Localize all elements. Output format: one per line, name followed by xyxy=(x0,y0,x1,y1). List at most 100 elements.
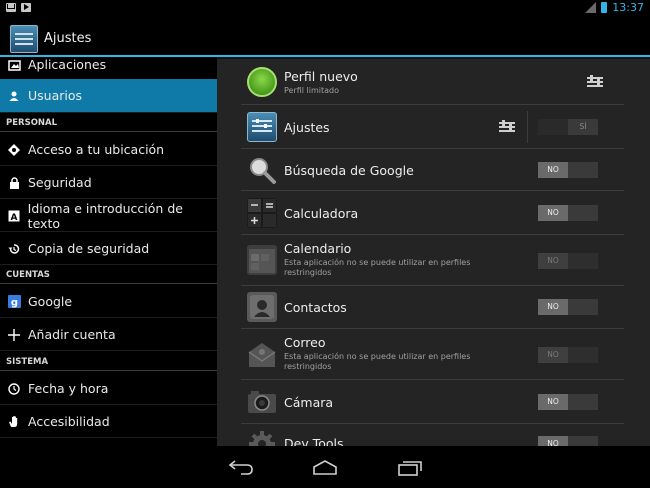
app-toggle[interactable]: NO xyxy=(538,299,598,315)
location-icon xyxy=(0,143,28,156)
sidebar-item-seguridad[interactable]: Seguridad xyxy=(0,167,217,199)
profile-subtitle: Perfil limitado xyxy=(284,86,340,95)
calendar-app-icon xyxy=(247,245,277,275)
sidebar-item-fecha-hora[interactable]: Fecha y hora xyxy=(0,373,217,405)
status-bar: 13:37 xyxy=(0,0,650,17)
app-toggle[interactable]: NO xyxy=(538,205,598,221)
app-name: Contactos xyxy=(284,300,347,315)
app-name: Calendario xyxy=(284,241,352,256)
app-name: Correo xyxy=(284,335,326,350)
settings-app-icon[interactable] xyxy=(10,25,38,53)
clock-icon xyxy=(0,382,28,395)
app-row[interactable]: Ajustes SÍ xyxy=(241,105,624,149)
section-header-personal: PERSONAL xyxy=(0,114,217,132)
sidebar-item-label: Aplicaciones xyxy=(28,57,107,72)
sidebar-item-accesibilidad[interactable]: Accesibilidad xyxy=(0,406,217,438)
app-row[interactable]: Calendario Esta aplicación no se puede u… xyxy=(241,235,624,286)
toggle-knob: NO xyxy=(538,394,568,410)
add-icon xyxy=(0,328,28,341)
camera-app-icon xyxy=(247,387,277,417)
back-icon[interactable] xyxy=(227,458,255,476)
section-header-sistema: SISTEMA xyxy=(0,353,217,371)
user-icon xyxy=(0,90,28,102)
app-row[interactable]: Contactos NO xyxy=(241,286,624,329)
sidebar-item-label: Google xyxy=(28,294,73,309)
mail-icon xyxy=(6,3,16,12)
app-toggle[interactable]: NO xyxy=(538,436,598,446)
sidebar-item-copia-seguridad[interactable]: Copia de seguridad xyxy=(0,233,217,265)
sidebar-item-partial xyxy=(0,439,217,446)
app-name: Búsqueda de Google xyxy=(284,163,414,178)
search-app-icon xyxy=(247,155,277,185)
lock-icon xyxy=(0,176,28,189)
toggle-knob: NO xyxy=(538,299,568,315)
sidebar-item-anadir-cuenta[interactable]: Añadir cuenta xyxy=(0,319,217,351)
app-name: Ajustes xyxy=(284,120,330,135)
sidebar-item-label: Acceso a tu ubicación xyxy=(28,142,165,157)
sidebar-item-label: Seguridad xyxy=(28,175,92,190)
toggle-knob: NO xyxy=(538,253,568,269)
app-name: Calculadora xyxy=(284,206,359,221)
sidebar-item-label: Accesibilidad xyxy=(28,414,110,429)
app-row[interactable]: Correo Esta aplicación no se puede utili… xyxy=(241,329,624,380)
calculator-app-icon xyxy=(247,198,277,228)
keyboard-icon: A xyxy=(0,210,28,222)
status-time: 13:37 xyxy=(612,1,644,14)
profile-row[interactable]: Perfil nuevo Perfil limitado xyxy=(241,59,624,105)
home-icon[interactable] xyxy=(311,458,339,476)
mail-app-icon xyxy=(247,340,277,370)
battery-icon xyxy=(601,2,608,13)
sidebar-item-idioma[interactable]: A Idioma e introducción de texto xyxy=(0,200,217,232)
restricted-profile-card: Perfil nuevo Perfil limitado Ajustes SÍ xyxy=(217,59,650,446)
google-icon: g xyxy=(0,295,28,308)
contacts-app-icon xyxy=(247,292,277,322)
sidebar-item-label: Añadir cuenta xyxy=(28,327,116,342)
svg-text:g: g xyxy=(10,298,17,309)
profile-name: Perfil nuevo xyxy=(284,69,358,84)
sidebar-item-label: Copia de seguridad xyxy=(28,241,150,256)
app-restriction-note: Esta aplicación no se puede utilizar en … xyxy=(284,352,471,371)
divider xyxy=(527,111,528,143)
app-name: Dev Tools xyxy=(284,436,344,446)
app-row[interactable]: Calculadora NO xyxy=(241,191,624,235)
app-toggle: NO xyxy=(538,253,598,269)
recent-apps-icon[interactable] xyxy=(396,458,424,476)
sidebar-item-label: Usuarios xyxy=(28,88,83,103)
sidebar-item-usuarios[interactable]: Usuarios xyxy=(0,79,217,113)
app-settings-icon[interactable] xyxy=(499,120,515,134)
action-bar-title: Ajustes xyxy=(44,31,92,46)
sidebar-item-google[interactable]: g Google xyxy=(0,286,217,318)
app-toggle[interactable]: NO xyxy=(538,162,598,178)
play-icon xyxy=(21,3,31,12)
sidebar-item-aplicaciones[interactable]: Aplicaciones xyxy=(0,57,217,81)
toggle-knob: NO xyxy=(538,436,568,446)
sidebar-item-ubicacion[interactable]: Acceso a tu ubicación xyxy=(0,134,217,166)
section-header-cuentas: CUENTAS xyxy=(0,266,217,284)
toggle-knob: NO xyxy=(538,205,568,221)
sidebar-item-label: Idioma e introducción de texto xyxy=(27,200,183,231)
ajustes-app-icon xyxy=(247,112,277,142)
app-row[interactable]: Dev Tools NO xyxy=(241,424,624,446)
app-row[interactable]: Cámara NO xyxy=(241,380,624,424)
signal-icon xyxy=(585,2,597,13)
toggle-knob: NO xyxy=(538,162,568,178)
settings-sidebar: Aplicaciones Usuarios PERSONAL Acceso a … xyxy=(0,57,217,446)
apps-icon xyxy=(0,59,28,71)
svg-text:A: A xyxy=(10,213,17,222)
profile-settings-icon[interactable] xyxy=(587,75,603,89)
app-name: Cámara xyxy=(284,395,334,410)
hand-icon xyxy=(0,415,28,428)
app-toggle: NO xyxy=(538,347,598,363)
app-restriction-note: Esta aplicación no se puede utilizar en … xyxy=(284,258,471,277)
backup-icon xyxy=(0,243,28,255)
navigation-bar xyxy=(0,446,650,488)
sidebar-item-label: Fecha y hora xyxy=(28,381,109,396)
dev-tools-app-icon xyxy=(247,429,277,446)
profile-avatar xyxy=(247,67,277,97)
app-toggle[interactable]: SÍ xyxy=(538,119,598,135)
toggle-knob: SÍ xyxy=(568,119,598,135)
user-detail-pane: Perfil nuevo Perfil limitado Ajustes SÍ xyxy=(217,57,650,446)
action-bar: Ajustes xyxy=(0,17,650,57)
app-row[interactable]: Búsqueda de Google NO xyxy=(241,149,624,191)
app-toggle[interactable]: NO xyxy=(538,394,598,410)
